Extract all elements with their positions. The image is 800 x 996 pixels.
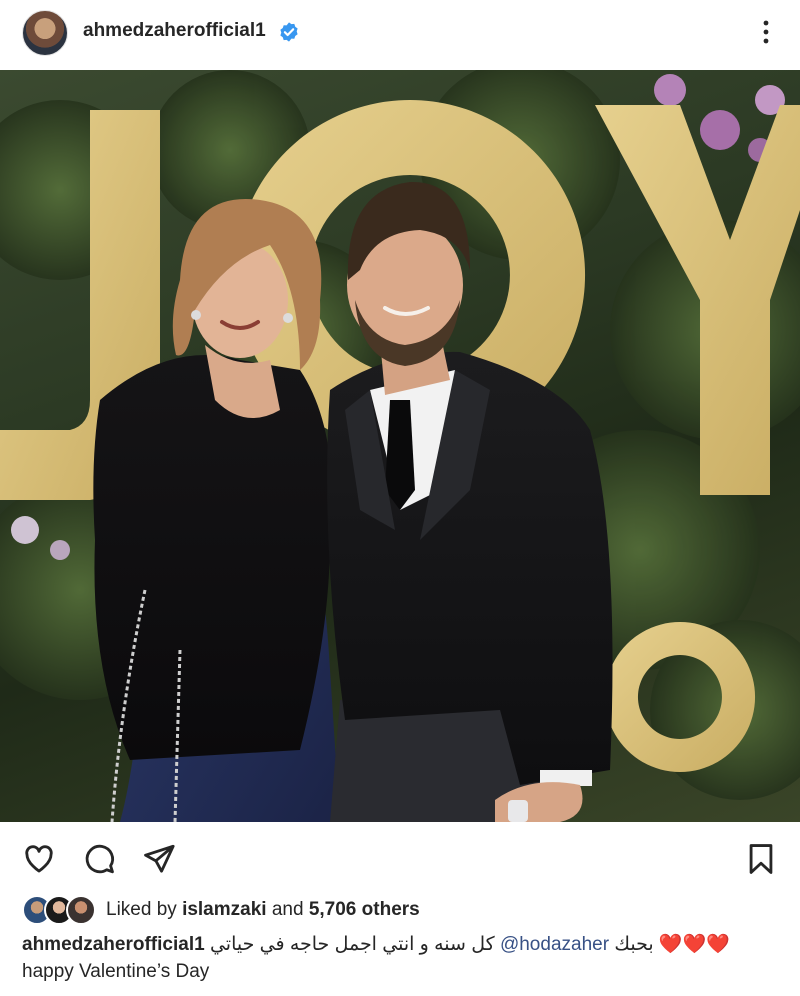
post-username[interactable]: ahmedzaherofficial1	[83, 20, 266, 42]
post-header: ahmedzaherofficial1	[0, 0, 800, 70]
photo-illustration	[0, 70, 800, 822]
caption: ahmedzaherofficial1 كل سنه و انتي اجمل ح…	[22, 932, 782, 956]
verified-badge-icon	[280, 22, 298, 42]
profile-avatar[interactable]	[22, 10, 68, 56]
post-actions	[0, 830, 800, 886]
caption-arabic-text: كل سنه و انتي اجمل حاجه في حياتي	[209, 934, 495, 955]
heart-outline-icon[interactable]	[22, 842, 56, 876]
caption-hearts: ❤️❤️❤️	[658, 934, 730, 955]
send-icon[interactable]	[142, 842, 176, 876]
caption-mention[interactable]: @hodazaher	[500, 934, 609, 955]
likes-text: Liked by islamzaki and 5,706 others	[106, 899, 420, 921]
post-photo[interactable]	[0, 70, 800, 822]
likes-conjunction: and	[271, 899, 304, 920]
caption-username[interactable]: ahmedzaherofficial1	[22, 934, 205, 955]
bookmark-icon[interactable]	[744, 842, 778, 876]
more-vertical-icon[interactable]	[754, 17, 778, 47]
likes-prefix: Liked by	[106, 899, 177, 920]
liker-avatar	[66, 895, 96, 925]
comment-icon[interactable]	[82, 842, 116, 876]
caption-arabic-love: بحبك	[614, 934, 654, 955]
caption-second-line: happy Valentine’s Day	[22, 961, 210, 982]
likes-summary[interactable]: Liked by islamzaki and 5,706 others	[22, 893, 782, 925]
likes-count[interactable]: 5,706 others	[309, 899, 420, 920]
liker-username[interactable]: islamzaki	[182, 899, 267, 920]
